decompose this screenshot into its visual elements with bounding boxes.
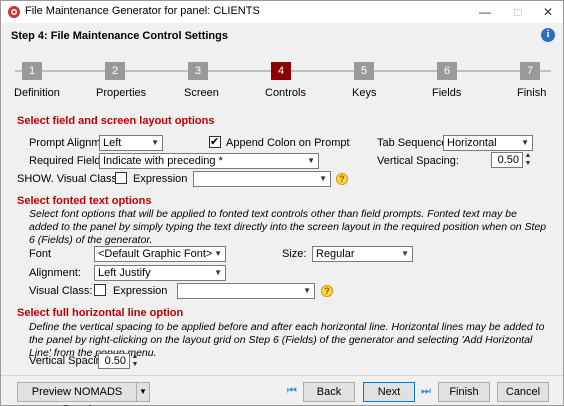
step-title: Step 4: File Maintenance Control Setting… xyxy=(11,30,228,42)
preview-nomads-panel-button[interactable]: Preview NOMADS Panel xyxy=(17,382,137,406)
step-5-label[interactable]: Keys xyxy=(352,87,376,99)
chevron-down-icon: ▼ xyxy=(214,268,222,277)
chevron-down-icon: ▼ xyxy=(401,249,409,258)
alignment-label: Alignment: xyxy=(29,267,81,279)
font-expression-checkbox[interactable] xyxy=(94,284,106,296)
prompt-alignment-select[interactable]: Left ▼ xyxy=(99,135,163,151)
step-2-marker[interactable]: 2 xyxy=(105,62,125,80)
first-step-icon[interactable]: ⏮ xyxy=(287,385,297,398)
cancel-button[interactable]: Cancel xyxy=(497,382,549,402)
step-1-label[interactable]: Definition xyxy=(14,87,60,99)
chevron-down-icon: ▼ xyxy=(307,156,315,165)
help-icon[interactable]: ? xyxy=(321,285,333,297)
chevron-down-icon: ▼ xyxy=(214,249,222,258)
maximize-button[interactable]: □ xyxy=(504,3,532,21)
fonted-text-description: Select font options that will be applied… xyxy=(29,208,547,246)
vertical-spacing-input[interactable]: 0.50 xyxy=(491,152,523,168)
prompt-alignment-value: Left xyxy=(103,137,122,149)
alignment-value: Left Justify xyxy=(98,267,151,279)
preview-dropdown-button[interactable]: ▼ xyxy=(136,382,150,402)
app-icon xyxy=(8,6,20,18)
step-7-marker[interactable]: 7 xyxy=(520,62,540,80)
alignment-select[interactable]: Left Justify ▼ xyxy=(94,265,226,281)
wizard-stepper: 1 2 3 4 5 6 7 Definition Properties Scre… xyxy=(1,50,563,107)
field-expression-label[interactable]: Expression xyxy=(133,173,187,185)
tab-sequence-value: Horizontal xyxy=(447,137,497,149)
title-bar: File Maintenance Generator for panel: CL… xyxy=(1,1,563,23)
line-vertical-spacing-input[interactable]: 0.50 xyxy=(98,353,130,369)
chevron-down-icon: ▼ xyxy=(151,138,159,147)
back-button[interactable]: Back xyxy=(303,382,355,402)
font-expression-label[interactable]: Expression xyxy=(113,285,167,297)
step-6-marker[interactable]: 6 xyxy=(437,62,457,80)
next-button[interactable]: Next xyxy=(363,382,415,402)
tab-sequence-select[interactable]: Horizontal ▼ xyxy=(443,135,533,151)
append-colon-checkbox[interactable] xyxy=(209,135,221,148)
minimize-button[interactable]: — xyxy=(471,3,499,21)
required-fields-label: Required Fields: xyxy=(29,155,110,167)
font-value: <Default Graphic Font> xyxy=(98,248,213,260)
show-visual-class-select[interactable]: ▼ xyxy=(193,171,331,187)
step-1-marker[interactable]: 1 xyxy=(22,62,42,80)
required-fields-value: Indicate with preceding * xyxy=(103,155,223,167)
wizard-footer: Preview NOMADS Panel ▼ ⏮ Back Next ⏭ Fin… xyxy=(1,375,563,406)
vertical-spacing-label: Vertical Spacing: xyxy=(377,155,459,167)
step-4-marker[interactable]: 4 xyxy=(271,62,291,80)
visual-class-label: Visual Class: xyxy=(29,285,93,297)
info-icon[interactable]: i xyxy=(541,28,555,42)
step-7-label[interactable]: Finish xyxy=(517,87,546,99)
chevron-down-icon: ▼ xyxy=(303,286,311,295)
step-3-marker[interactable]: 3 xyxy=(188,62,208,80)
step-4-label[interactable]: Controls xyxy=(265,87,306,99)
field-layout-section-title: Select field and screen layout options xyxy=(17,115,215,127)
step-2-label[interactable]: Properties xyxy=(96,87,146,99)
horizontal-line-section-title: Select full horizontal line option xyxy=(17,307,184,319)
append-colon-label[interactable]: Append Colon on Prompt xyxy=(226,137,350,149)
last-step-icon[interactable]: ⏭ xyxy=(421,385,431,398)
vertical-spacing-spinner[interactable]: ▲ ▼ xyxy=(524,152,532,168)
size-select[interactable]: Regular ▼ xyxy=(312,246,413,262)
line-vertical-spacing-spinner[interactable]: ▲ ▼ xyxy=(131,353,139,369)
required-fields-select[interactable]: Indicate with preceding * ▼ xyxy=(99,153,319,169)
controls-settings-panel: Select field and screen layout options P… xyxy=(1,107,563,375)
chevron-down-icon: ▼ xyxy=(521,138,529,147)
wizard-window: File Maintenance Generator for panel: CL… xyxy=(0,0,564,406)
help-icon[interactable]: ? xyxy=(336,173,348,185)
finish-button[interactable]: Finish xyxy=(438,382,490,402)
size-label: Size: xyxy=(282,248,307,260)
step-5-marker[interactable]: 5 xyxy=(354,62,374,80)
step-6-label[interactable]: Fields xyxy=(432,87,461,99)
size-value: Regular xyxy=(316,248,355,260)
visual-class-select[interactable]: ▼ xyxy=(177,283,315,299)
show-visual-class-label: SHOW. Visual Class: xyxy=(17,173,121,185)
tab-sequence-label: Tab Sequence: xyxy=(377,137,451,149)
font-label: Font xyxy=(29,248,52,260)
window-title: File Maintenance Generator for panel: CL… xyxy=(25,5,260,17)
chevron-down-icon: ▼ xyxy=(319,174,327,183)
fonted-text-section-title: Select fonted text options xyxy=(17,195,152,207)
field-expression-checkbox[interactable] xyxy=(115,172,127,184)
step-3-label[interactable]: Screen xyxy=(184,87,219,99)
step-header: Step 4: File Maintenance Control Setting… xyxy=(1,23,563,50)
font-select[interactable]: <Default Graphic Font> ▼ xyxy=(94,246,226,262)
close-button[interactable]: ✕ xyxy=(534,3,562,21)
